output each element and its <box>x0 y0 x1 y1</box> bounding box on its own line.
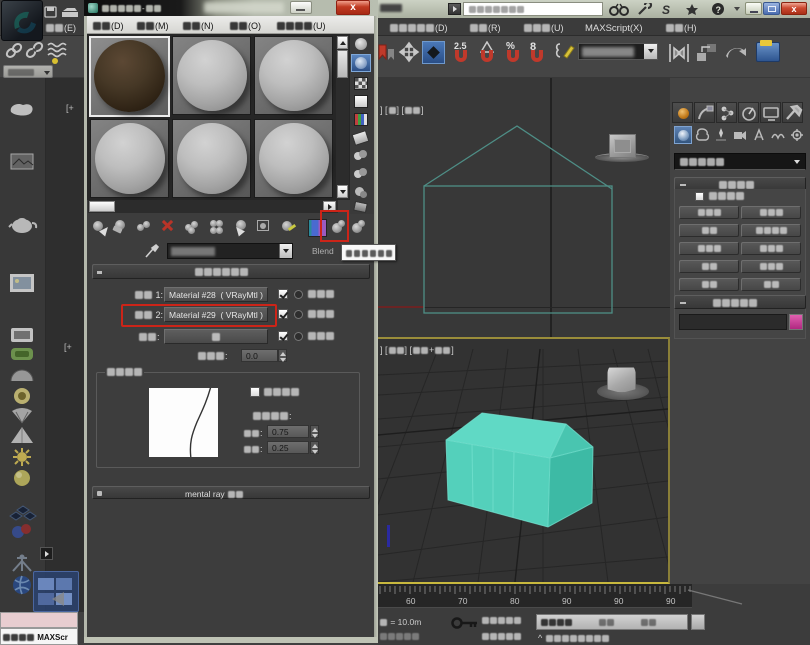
svg-text:S: S <box>662 3 670 16</box>
svg-text:90: 90 <box>666 596 676 606</box>
svg-text:80: 80 <box>510 596 520 606</box>
svg-text:60: 60 <box>406 596 416 606</box>
svg-text:70: 70 <box>458 596 468 606</box>
svg-text:?: ? <box>716 5 722 15</box>
svg-text:90: 90 <box>562 596 572 606</box>
svg-text:90: 90 <box>614 596 624 606</box>
